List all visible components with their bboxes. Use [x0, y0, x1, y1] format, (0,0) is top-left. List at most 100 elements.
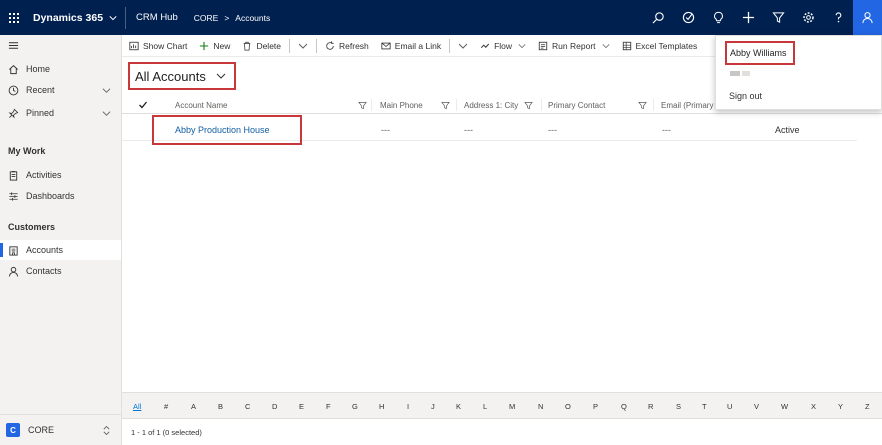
sidebar-item-label: Activities — [26, 170, 62, 180]
view-selector[interactable]: All Accounts — [128, 62, 236, 90]
jump-letter[interactable]: V — [754, 402, 759, 411]
pin-icon — [8, 108, 19, 119]
jump-letter[interactable]: U — [727, 402, 732, 411]
column-header-label: Main Phone — [380, 100, 423, 110]
jump-letter[interactable]: Y — [838, 402, 843, 411]
run-report-button[interactable]: Run Report — [532, 35, 615, 57]
jump-letter[interactable]: A — [191, 402, 196, 411]
chevron-down-icon — [602, 43, 609, 48]
flow-icon — [480, 43, 490, 48]
clipboard-icon — [9, 170, 18, 181]
select-all-checkmark-icon[interactable] — [138, 100, 148, 110]
column-header-city[interactable]: Address 1: City — [460, 96, 542, 114]
breadcrumb-core[interactable]: CORE — [194, 13, 219, 23]
sidebar-item-pinned[interactable]: Pinned — [0, 103, 121, 123]
column-header-primary-contact[interactable]: Primary Contact — [544, 96, 654, 114]
sidebar-item-dashboards[interactable]: Dashboards — [0, 186, 121, 206]
email-link-button[interactable]: Email a Link — [375, 35, 447, 57]
chevron-down-icon — [458, 43, 468, 49]
jump-letter[interactable]: L — [483, 402, 487, 411]
phone-cell: --- — [381, 124, 390, 135]
jump-letter[interactable]: E — [299, 402, 304, 411]
sidebar-item-recent[interactable]: Recent — [0, 80, 121, 100]
breadcrumb-separator: > — [224, 12, 230, 23]
jump-letter[interactable]: H — [379, 402, 384, 411]
jump-letter[interactable]: J — [431, 402, 435, 411]
jump-letter[interactable]: C — [245, 402, 250, 411]
jump-letter[interactable]: N — [538, 402, 543, 411]
sidebar-item-accounts[interactable]: Accounts — [0, 240, 121, 260]
filter-icon[interactable] — [763, 0, 793, 35]
more-delete-dropdown[interactable] — [292, 35, 314, 57]
new-button[interactable]: New — [193, 35, 236, 57]
jump-letter[interactable]: O — [565, 402, 571, 411]
flow-button[interactable]: Flow — [474, 35, 532, 57]
jump-letter[interactable]: # — [164, 402, 168, 411]
divider — [316, 38, 318, 53]
sign-out-link[interactable]: Sign out — [729, 91, 762, 101]
clock-icon — [8, 85, 19, 95]
jump-letter[interactable]: T — [702, 402, 707, 411]
hamburger-icon[interactable] — [8, 40, 19, 51]
excel-templates-button[interactable]: Excel Templates — [616, 35, 704, 57]
jump-letter[interactable]: S — [676, 402, 681, 411]
jump-letter[interactable]: P — [593, 402, 598, 411]
jump-letter[interactable]: K — [456, 402, 461, 411]
app-title[interactable]: CRM Hub — [136, 12, 178, 23]
jump-letter[interactable]: B — [218, 402, 223, 411]
sidebar-item-contacts[interactable]: Contacts — [0, 261, 121, 281]
chevron-down-icon[interactable] — [216, 71, 226, 81]
help-icon[interactable] — [823, 0, 853, 35]
column-header-account-name[interactable]: Account Name — [172, 96, 372, 114]
gear-icon[interactable] — [793, 0, 823, 35]
delete-button[interactable]: Delete — [236, 35, 287, 57]
sidebar-toggle[interactable] — [0, 35, 121, 55]
filter-icon[interactable] — [358, 101, 367, 110]
jump-letter[interactable]: F — [326, 402, 331, 411]
breadcrumb-accounts[interactable]: Accounts — [235, 13, 270, 23]
profile-user-name[interactable]: Abby Williams — [725, 41, 795, 65]
filter-icon[interactable] — [638, 101, 647, 110]
jump-letter[interactable]: D — [272, 402, 277, 411]
refresh-button[interactable]: Refresh — [319, 35, 375, 57]
chevron-down-icon[interactable] — [109, 14, 117, 22]
section-heading-customers: Customers — [8, 222, 56, 232]
home-icon — [9, 64, 18, 74]
jump-letter[interactable]: X — [811, 402, 816, 411]
jump-letter[interactable]: I — [407, 402, 409, 411]
sidebar-item-label: Recent — [26, 85, 55, 95]
sidebar-item-home[interactable]: Home — [0, 59, 121, 79]
flow-label: Flow — [494, 40, 513, 51]
run-report-label: Run Report — [552, 40, 596, 51]
sidebar-item-activities[interactable]: Activities — [0, 165, 121, 185]
breadcrumb: CORE > Accounts — [194, 13, 271, 23]
area-switcher[interactable]: C CORE — [0, 414, 121, 445]
sidebar-item-label: Home — [26, 64, 51, 74]
chevron-down-icon[interactable] — [102, 109, 111, 118]
show-chart-label: Show Chart — [143, 40, 188, 51]
jump-letter[interactable]: Z — [865, 402, 870, 411]
user-icon[interactable] — [853, 0, 882, 35]
jump-letter-all[interactable]: All — [133, 402, 141, 411]
chevron-down-icon[interactable] — [102, 86, 111, 95]
lightbulb-icon[interactable] — [703, 0, 733, 35]
chevron-up-down-icon[interactable] — [102, 425, 111, 436]
jump-letter[interactable]: G — [352, 402, 358, 411]
chevron-down-icon — [298, 43, 308, 49]
show-chart-button[interactable]: Show Chart — [122, 35, 193, 57]
column-header-main-phone[interactable]: Main Phone — [375, 96, 457, 114]
column-header-label: Address 1: City — [464, 100, 519, 110]
excel-templates-label: Excel Templates — [635, 40, 698, 51]
search-icon[interactable] — [643, 0, 673, 35]
filter-icon[interactable] — [441, 101, 450, 110]
task-icon[interactable] — [673, 0, 703, 35]
brand-title[interactable]: Dynamics 365 — [33, 12, 103, 24]
filter-icon[interactable] — [524, 101, 533, 110]
jump-letter[interactable]: Q — [621, 402, 627, 411]
jump-letter[interactable]: M — [509, 402, 515, 411]
jump-letter[interactable]: R — [648, 402, 653, 411]
jump-letter[interactable]: W — [781, 402, 788, 411]
more-email-dropdown[interactable] — [452, 35, 474, 57]
plus-icon[interactable] — [733, 0, 763, 35]
app-launcher-waffle-icon[interactable] — [0, 0, 28, 35]
